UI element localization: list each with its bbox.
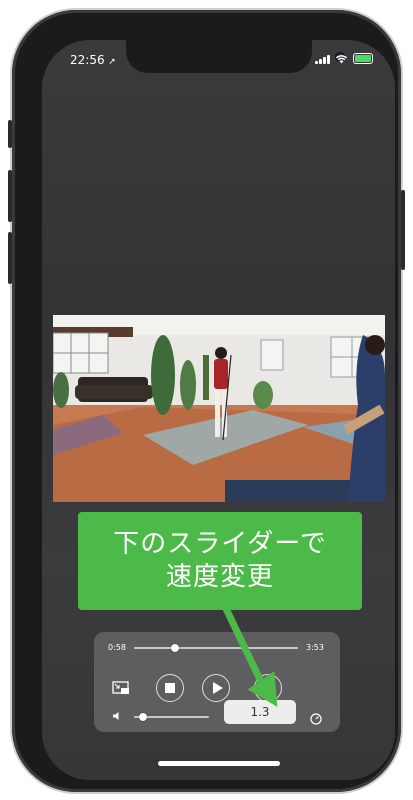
elapsed-time: 0:58	[108, 643, 126, 652]
picture-in-picture-icon	[112, 681, 129, 694]
silent-switch	[8, 120, 12, 148]
rate-reset-button[interactable]	[310, 710, 322, 725]
location-arrow-icon: ➚	[108, 57, 116, 67]
battery-icon	[353, 53, 373, 64]
annotation-line-1: 下のスライダーで	[113, 529, 327, 559]
phone-frame: 22:56 ➚ 下のスライダーで 速度変更 0:58 3:53 1.3	[8, 10, 405, 792]
collapse-icon	[262, 682, 274, 694]
volume-down-button	[8, 232, 12, 284]
cellular-signal-icon	[315, 54, 330, 64]
status-time: 22:56 ➚	[70, 53, 116, 67]
playback-progress-thumb[interactable]	[171, 644, 179, 652]
total-duration: 3:53	[306, 643, 324, 652]
power-button	[401, 190, 405, 270]
picture-in-picture-button[interactable]	[112, 680, 130, 694]
playback-control-panel: 0:58 3:53 1.3	[94, 632, 340, 732]
status-time-text: 22:56	[70, 53, 105, 67]
annotation-line-2: 速度変更	[165, 562, 274, 592]
volume-slider[interactable]	[134, 713, 209, 721]
status-icons	[315, 53, 373, 64]
phone-screen: 22:56 ➚ 下のスライダーで 速度変更 0:58 3:53 1.3	[42, 40, 395, 780]
volume-thumb[interactable]	[139, 713, 147, 721]
stop-button[interactable]	[156, 674, 184, 702]
volume-icon	[113, 712, 119, 720]
collapse-button[interactable]	[254, 674, 282, 702]
stop-icon	[165, 683, 175, 693]
video-scene	[53, 315, 385, 502]
play-icon	[212, 682, 223, 694]
volume-up-button	[8, 170, 12, 222]
annotation-callout: 下のスライダーで 速度変更	[78, 512, 362, 610]
playback-rate-tooltip: 1.3	[224, 700, 296, 724]
notch	[126, 40, 344, 73]
playback-progress-slider[interactable]	[134, 644, 298, 652]
speedometer-icon	[310, 713, 322, 725]
video-frame[interactable]	[53, 315, 385, 502]
home-indicator[interactable]	[158, 761, 280, 766]
playback-rate-value: 1.3	[250, 705, 270, 719]
play-button[interactable]	[202, 674, 230, 702]
wifi-icon	[335, 54, 348, 63]
